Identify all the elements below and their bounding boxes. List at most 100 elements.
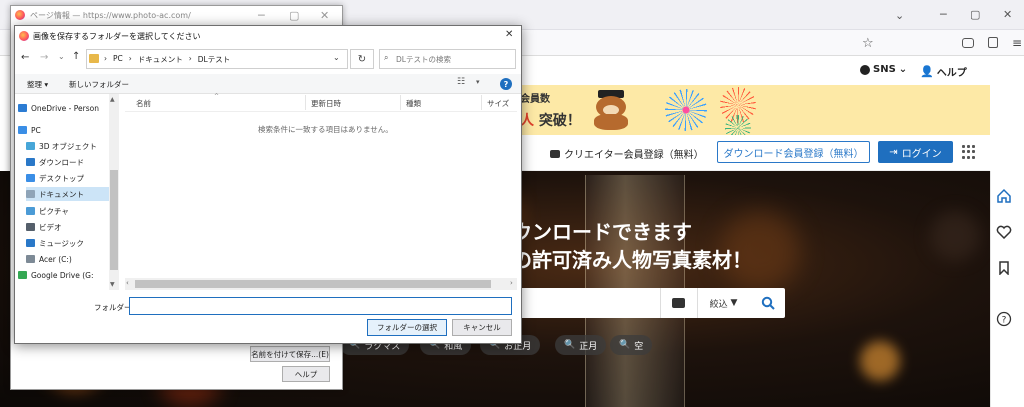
column-divider[interactable]	[400, 95, 401, 110]
nav-item[interactable]: OneDrive - Person	[18, 101, 109, 115]
download-register-button[interactable]: ダウンロード会員登録（無料）	[717, 141, 870, 163]
scroll-down-icon[interactable]: ▼	[110, 281, 115, 288]
hero-headline-2: の許可済み人物写真素材！	[512, 248, 752, 272]
videos-icon	[26, 223, 35, 231]
breadcrumb-item[interactable]: ドキュメント	[138, 54, 183, 65]
person-icon: 👤	[920, 65, 934, 78]
minimize-icon[interactable]: ─	[940, 8, 947, 21]
close-icon[interactable]: ✕	[505, 29, 513, 40]
dialog-title: 画像を保存するフォルダーを選択してください	[33, 32, 201, 41]
pocket-icon[interactable]	[962, 38, 974, 48]
nav-item[interactable]: Acer (C:)	[26, 252, 109, 266]
search-button[interactable]	[750, 288, 785, 318]
breadcrumb-item[interactable]: DLテスト	[198, 54, 230, 65]
horizontal-scrollbar-thumb[interactable]	[135, 280, 491, 288]
select-folder-button[interactable]: フォルダーの選択	[367, 319, 447, 336]
tag-label: 正月	[579, 341, 598, 352]
tag-pill[interactable]: 🔍 空	[610, 335, 653, 355]
up-arrow-icon[interactable]: ↑	[72, 51, 80, 62]
refresh-button[interactable]: ↻	[350, 49, 374, 69]
filter-select[interactable]: 絞込 ▼	[697, 288, 749, 318]
nav-item-label: ピクチャ	[39, 206, 69, 216]
help-menu[interactable]: 👤 ヘルプ	[920, 64, 967, 79]
save-as-button[interactable]: 名前を付けて保存...(E)	[250, 346, 330, 362]
sns-menu[interactable]: SNS ⌄	[860, 64, 907, 75]
nav-item[interactable]: デスクトップ	[26, 171, 109, 185]
bookmark-star-icon[interactable]: ☆	[862, 36, 874, 51]
recent-locations-chevron-icon[interactable]: ⌄	[58, 52, 65, 61]
sns-icon	[860, 64, 870, 75]
scroll-right-icon[interactable]: ›	[510, 279, 513, 287]
creator-register-link[interactable]: クリエイター会員登録（無料）	[550, 146, 704, 161]
music-icon	[26, 239, 35, 247]
nav-item[interactable]: 3D オブジェクト	[26, 139, 109, 153]
column-header-type[interactable]: 種類	[406, 98, 421, 109]
nav-item[interactable]: ドキュメント	[26, 187, 109, 201]
column-header-size[interactable]: サイズ	[487, 98, 509, 109]
camera-icon	[672, 298, 685, 308]
firefox-icon	[15, 10, 25, 20]
close-icon[interactable]: ✕	[1003, 8, 1012, 21]
minimize-icon[interactable]: ─	[258, 9, 265, 22]
creator-register-label: クリエイター会員登録（無料）	[564, 150, 704, 161]
pc-icon	[18, 126, 27, 134]
nav-item[interactable]: ビデオ	[26, 220, 109, 234]
back-arrow-icon[interactable]: ←	[21, 52, 29, 63]
organize-button[interactable]: 整理 ▾	[27, 79, 48, 90]
menu-icon[interactable]: ≡	[1012, 36, 1022, 50]
address-dropdown-chevron-icon[interactable]: ⌄	[333, 53, 340, 62]
nav-item[interactable]: Google Drive (G:	[18, 268, 109, 282]
tag-pill[interactable]: 🔍 正月	[555, 335, 607, 355]
page-info-help-button[interactable]: ヘルプ	[282, 366, 330, 382]
refresh-icon: ↻	[357, 53, 367, 65]
onedrive-icon	[18, 104, 27, 112]
close-icon[interactable]: ✕	[320, 9, 329, 22]
column-header-name[interactable]: 名前	[136, 98, 151, 109]
nav-item-label: ドキュメント	[39, 189, 84, 199]
home-icon[interactable]	[995, 187, 1013, 205]
nav-item[interactable]: ミュージック	[26, 236, 109, 250]
bookmark-icon[interactable]	[995, 259, 1013, 277]
image-search-button[interactable]	[660, 288, 696, 318]
column-divider[interactable]	[481, 95, 482, 110]
help-icon[interactable]: ?	[500, 78, 512, 90]
apps-grid-icon[interactable]	[962, 145, 976, 159]
heart-icon[interactable]	[995, 223, 1013, 241]
restore-icon[interactable]: ▢	[970, 8, 980, 21]
nav-item[interactable]: PC	[18, 123, 109, 137]
3d-objects-icon	[26, 142, 35, 150]
sort-chevron-up-icon: ^	[214, 93, 220, 100]
extensions-icon[interactable]	[988, 37, 998, 48]
breadcrumb-item[interactable]: PC	[113, 54, 123, 65]
nav-item-label: ビデオ	[39, 222, 62, 232]
google-drive-icon	[18, 271, 27, 279]
maximize-icon[interactable]: ▢	[289, 9, 299, 22]
nav-item-label: 3D オブジェクト	[39, 141, 97, 151]
bear-mascot-image	[586, 88, 636, 132]
column-divider[interactable]	[305, 95, 306, 110]
cancel-button[interactable]: キャンセル	[452, 319, 512, 336]
nav-item[interactable]: ピクチャ	[26, 204, 109, 218]
column-header-modified[interactable]: 更新日時	[311, 98, 341, 109]
login-button[interactable]: ⇥ ログイン	[878, 141, 953, 163]
tab-list-chevron-icon[interactable]: ⌄	[895, 9, 904, 22]
help-label: ヘルプ	[936, 68, 967, 79]
forward-arrow-icon[interactable]: →	[40, 52, 48, 63]
help-question-icon[interactable]: ?	[995, 310, 1013, 328]
new-folder-button[interactable]: 新しいフォルダー	[69, 79, 129, 90]
view-dropdown-chevron-icon[interactable]: ▾	[476, 78, 480, 86]
right-sidebar	[990, 171, 1024, 407]
nav-pane-scrollbar-thumb[interactable]	[110, 170, 118, 270]
nav-item-label: ミュージック	[39, 238, 84, 248]
folder-field[interactable]	[129, 297, 512, 315]
banner-member-count: 会員数	[520, 94, 550, 105]
nav-item-label: PC	[31, 125, 41, 135]
scroll-left-icon[interactable]: ‹	[126, 279, 129, 287]
scroll-up-icon[interactable]: ▲	[110, 96, 115, 103]
nav-item[interactable]: ダウンロード	[26, 155, 109, 169]
view-options-icon[interactable]: ☷	[457, 77, 465, 87]
filter-label: 絞込	[709, 299, 728, 310]
login-label: ログイン	[901, 148, 942, 160]
sns-label: SNS	[873, 64, 896, 75]
banner-count-unit: 人	[520, 113, 534, 129]
